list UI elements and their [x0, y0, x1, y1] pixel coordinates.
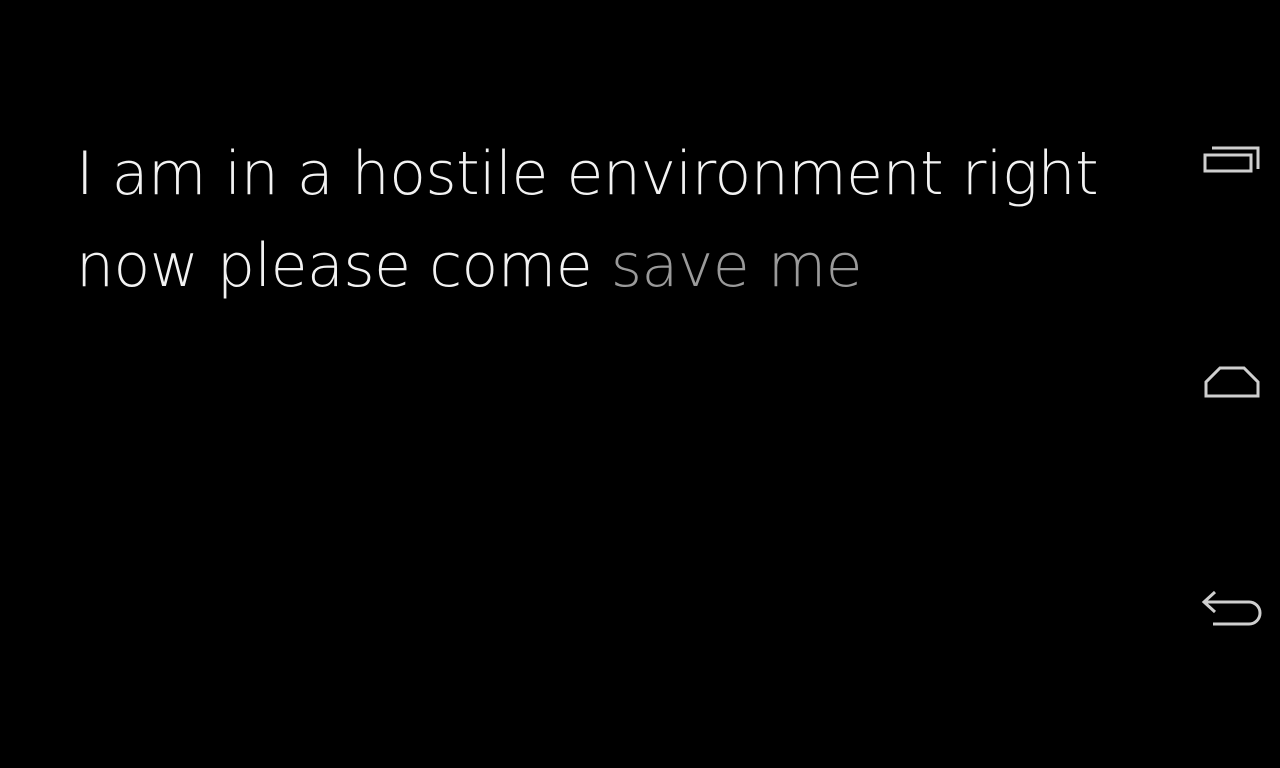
pending-transcript: save me — [610, 231, 863, 301]
navigation-bar — [1184, 0, 1280, 768]
back-button[interactable] — [1184, 558, 1280, 654]
committed-transcript: I am in a hostile environment right now … — [76, 139, 1099, 301]
home-icon — [1204, 366, 1260, 398]
back-icon — [1201, 590, 1262, 626]
recent-apps-icon — [1203, 146, 1260, 173]
dictation-text: I am in a hostile environment right now … — [76, 128, 1186, 312]
recent-apps-button[interactable] — [1184, 112, 1280, 208]
dictation-screen: I am in a hostile environment right now … — [0, 0, 1280, 768]
home-button[interactable] — [1184, 334, 1280, 430]
